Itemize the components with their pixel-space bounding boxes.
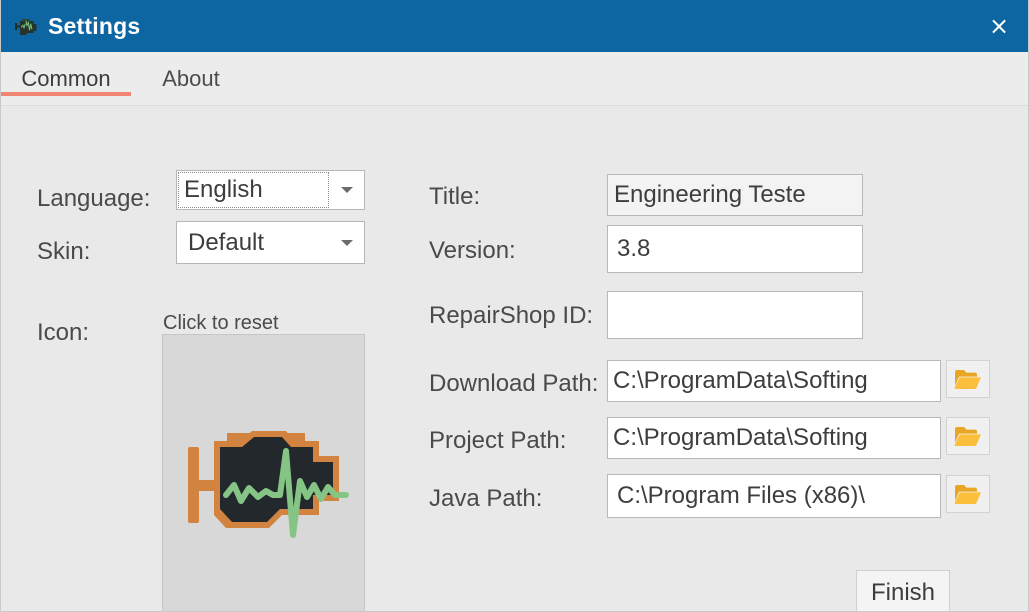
project-path-field[interactable]: C:\ProgramData\Softing	[607, 417, 941, 459]
open-folder-icon	[954, 370, 981, 389]
tab-common[interactable]: Common	[1, 52, 131, 105]
open-folder-icon	[954, 485, 981, 504]
title-field[interactable]: Engineering Teste	[607, 174, 863, 216]
tab-about[interactable]: About	[131, 52, 251, 105]
open-folder-icon	[954, 427, 981, 446]
version-field[interactable]: 3.8	[607, 225, 863, 273]
version-field-label: Version:	[429, 237, 516, 264]
java-path-browse-button[interactable]	[946, 475, 990, 513]
tab-about-label: About	[162, 65, 220, 91]
java-path-field[interactable]: C:\Program Files (x86)\	[607, 474, 941, 518]
close-icon: ×	[988, 12, 1010, 40]
icon-reset-hint: Click to reset	[163, 312, 279, 334]
skin-select[interactable]: Default	[176, 221, 365, 264]
tab-strip: Common About	[1, 52, 1028, 106]
icon-preview[interactable]	[162, 334, 365, 611]
tab-common-label: Common	[21, 65, 111, 91]
chevron-down-icon[interactable]	[330, 222, 364, 263]
skin-label: Skin:	[37, 238, 91, 265]
finish-button[interactable]: Finish	[856, 570, 950, 611]
java-path-label: Java Path:	[429, 485, 543, 512]
language-label: Language:	[37, 185, 151, 212]
language-select[interactable]: English	[176, 170, 365, 210]
project-path-label: Project Path:	[429, 427, 567, 454]
active-tab-indicator	[1, 92, 131, 96]
finish-button-label: Finish	[870, 579, 936, 606]
language-select-value: English	[177, 171, 330, 209]
repairshop-id-label: RepairShop ID:	[429, 304, 594, 328]
repairshop-id-field[interactable]	[607, 291, 863, 339]
chevron-down-icon[interactable]	[330, 171, 364, 209]
settings-form: Language: English Skin: Default Icon: Cl…	[1, 106, 1028, 611]
window-title: Settings	[48, 12, 141, 39]
project-path-browse-button[interactable]	[946, 417, 990, 455]
icon-label: Icon:	[37, 319, 90, 346]
engine-diagnostics-icon	[13, 14, 39, 38]
title-bar: Settings ×	[1, 0, 1028, 52]
skin-select-value: Default	[188, 228, 265, 256]
download-path-browse-button[interactable]	[946, 360, 990, 398]
download-path-label: Download Path:	[429, 372, 599, 396]
settings-dialog: Settings × Common About Language: Englis…	[0, 0, 1029, 612]
title-field-label: Title:	[429, 183, 481, 210]
download-path-field[interactable]: C:\ProgramData\Softing	[607, 360, 941, 402]
close-button[interactable]: ×	[968, 0, 1028, 52]
engine-check-waveform-icon	[187, 431, 349, 538]
